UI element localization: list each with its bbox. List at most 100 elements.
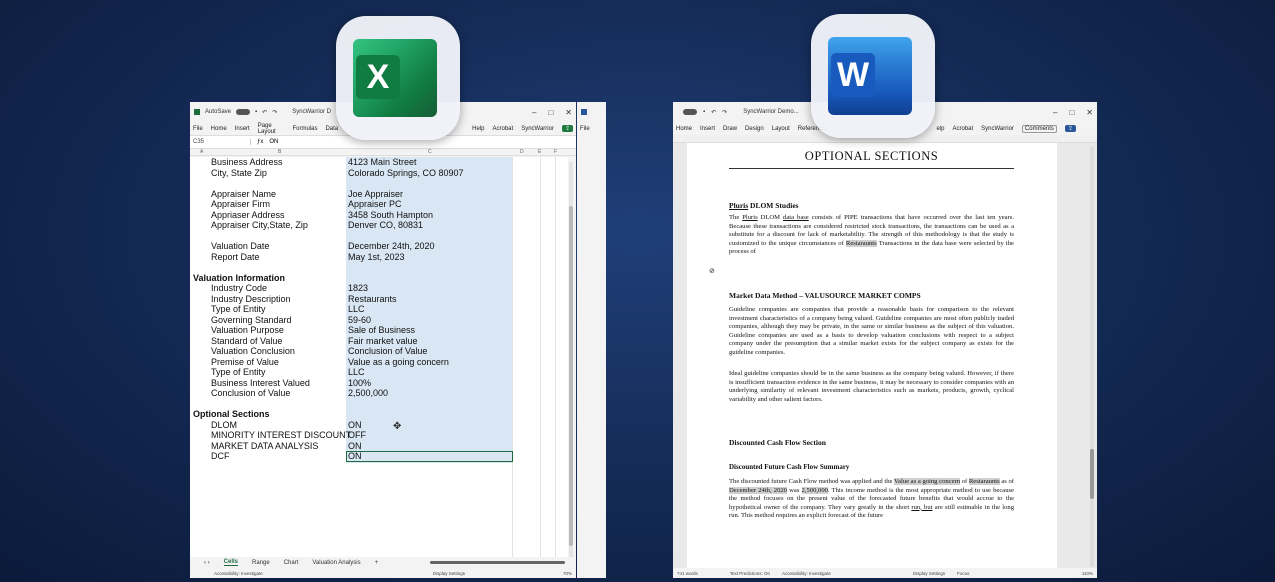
field-label-cell[interactable]: Conclusion of Value <box>211 388 290 399</box>
section-header-row[interactable]: Optional Sections <box>190 409 568 420</box>
field-value-cell[interactable]: December 24th, 2020 <box>348 241 435 252</box>
share-button[interactable]: ⇪ <box>561 125 573 132</box>
minimize-icon[interactable]: – <box>532 108 536 117</box>
sheet-tab-valuation-analysis[interactable]: Valuation Analysis <box>312 560 360 566</box>
field-value-cell[interactable]: Restaurants <box>348 294 397 305</box>
field-value-cell[interactable]: ON <box>348 441 362 452</box>
document-page[interactable]: OPTIONAL SECTIONS Pluris DLOM Studies Th… <box>687 143 1057 568</box>
tab-help[interactable]: elp <box>936 126 944 132</box>
field-value-cell[interactable]: 59-60 <box>348 315 371 326</box>
table-row[interactable]: MARKET DATA ANALYSIS ON <box>190 441 568 452</box>
field-value-cell[interactable]: LLC <box>348 367 365 378</box>
field-value-cell[interactable]: 100% <box>348 378 371 389</box>
field-label-cell[interactable]: MARKET DATA ANALYSIS <box>211 441 318 452</box>
table-row[interactable] <box>190 231 568 242</box>
field-value-cell[interactable]: OFF <box>348 430 366 441</box>
tab-file[interactable]: File <box>193 126 203 132</box>
formula-input[interactable]: ON <box>269 139 278 145</box>
sheet-tab-range[interactable]: Range <box>252 560 270 566</box>
redo-icon[interactable]: ↷ <box>272 109 277 116</box>
section-header-row[interactable]: Valuation Information <box>190 273 568 284</box>
col-header[interactable]: D <box>520 149 524 155</box>
field-value-cell[interactable]: Colorado Springs, CO 80907 <box>348 168 464 179</box>
table-row[interactable]: Valuation Conclusion Conclusion of Value <box>190 346 568 357</box>
scroll-thumb[interactable] <box>1090 449 1094 499</box>
table-row[interactable]: Industry Description Restaurants <box>190 294 568 305</box>
close-icon[interactable]: ✕ <box>1086 108 1093 117</box>
table-row[interactable]: Governing Standard 59-60 <box>190 315 568 326</box>
field-value-cell[interactable]: Denver CO, 80831 <box>348 220 423 231</box>
field-label-cell[interactable]: Industry Code <box>211 283 267 294</box>
maximize-icon[interactable]: □ <box>548 108 553 117</box>
table-row[interactable]: Type of Entity LLC <box>190 367 568 378</box>
table-row[interactable]: Business Address 4123 Main Street <box>190 157 568 168</box>
tab-acrobat[interactable]: Acrobat <box>952 126 973 132</box>
field-value-cell[interactable]: Value as a going concern <box>348 357 449 368</box>
name-box[interactable]: C35 <box>193 139 251 145</box>
field-value-cell[interactable]: 3458 South Hampton <box>348 210 433 221</box>
display-settings[interactable]: Display Settings <box>913 571 945 576</box>
tab-draw[interactable]: Draw <box>723 126 737 132</box>
excel-horizontal-scrollbar[interactable] <box>430 561 565 564</box>
share-button[interactable]: ⇪ <box>1064 125 1076 132</box>
field-label-cell[interactable]: City, State Zip <box>211 168 267 179</box>
tab-home[interactable]: Home <box>211 126 227 132</box>
field-label-cell[interactable]: Type of Entity <box>211 304 266 315</box>
field-value-cell[interactable]: Conclusion of Value <box>348 346 427 357</box>
table-row[interactable]: Appraiser City,State, Zip Denver CO, 8083… <box>190 220 568 231</box>
field-label-cell[interactable]: Appriaser Address <box>211 210 285 221</box>
col-header[interactable]: C <box>428 149 432 155</box>
table-row[interactable]: Report Date May 1st, 2023 <box>190 252 568 263</box>
field-label-cell[interactable]: Appraiser Name <box>211 189 276 200</box>
table-row[interactable]: Industry Code 1823 <box>190 283 568 294</box>
field-label-cell[interactable]: Valuation Conclusion <box>211 346 295 357</box>
tab-layout[interactable]: Layout <box>772 126 790 132</box>
tab-syncwarrior[interactable]: SyncWarrior <box>521 126 554 132</box>
field-value-cell[interactable]: 2,500,000 <box>348 388 388 399</box>
field-label-cell[interactable]: DLOM <box>211 420 237 431</box>
field-value-cell[interactable]: May 1st, 2023 <box>348 252 405 263</box>
word-vertical-scrollbar[interactable] <box>1090 147 1094 567</box>
save-icon[interactable]: ▪ <box>255 109 257 115</box>
table-row[interactable]: Appraiser Firm Appraiser PC <box>190 199 568 210</box>
field-label-cell[interactable]: DCF <box>211 451 230 462</box>
field-label-cell[interactable]: Appraiser City,State, Zip <box>211 220 308 231</box>
focus-mode[interactable]: Focus <box>957 571 969 576</box>
redo-icon[interactable]: ↷ <box>722 109 727 116</box>
save-icon[interactable]: ▪ <box>703 109 705 115</box>
field-label-cell[interactable]: Report Date <box>211 252 260 263</box>
tab-insert[interactable]: Insert <box>235 126 250 132</box>
tab-data[interactable]: Data <box>325 126 338 132</box>
field-value-cell[interactable]: Fair market value <box>348 336 418 347</box>
field-value-cell[interactable]: Joe Appraiser <box>348 189 403 200</box>
field-label-cell[interactable]: Business Interest Valued <box>211 378 310 389</box>
table-row[interactable] <box>190 178 568 189</box>
sheet-nav-icon[interactable]: ‹ › <box>204 560 210 566</box>
zoom-level[interactable]: 110% <box>1082 571 1093 576</box>
table-row[interactable]: Standard of Value Fair market value <box>190 336 568 347</box>
autosave-toggle[interactable] <box>683 109 697 115</box>
field-label-cell[interactable]: MINORITY INTEREST DISCOUNT <box>211 430 351 441</box>
col-header[interactable]: F <box>554 149 557 155</box>
autosave-toggle[interactable] <box>236 109 251 115</box>
tab-syncwarrior[interactable]: SyncWarrior <box>981 126 1014 132</box>
word-count[interactable]: 741 words <box>677 571 698 576</box>
tab-home[interactable]: Home <box>676 126 692 132</box>
field-label-cell[interactable]: Business Address <box>211 157 283 168</box>
tab-insert[interactable]: Insert <box>700 126 715 132</box>
tab-acrobat[interactable]: Acrobat <box>493 126 514 132</box>
table-row[interactable] <box>190 262 568 273</box>
zoom-level[interactable]: 70% <box>563 571 572 576</box>
tab-help[interactable]: Help <box>472 126 484 132</box>
comment-marker-icon[interactable]: ⊘ <box>709 267 715 275</box>
table-row[interactable] <box>190 399 568 410</box>
table-row[interactable]: DLOM ON <box>190 420 568 431</box>
field-value-cell[interactable]: Appraiser PC <box>348 199 402 210</box>
table-row[interactable]: Premise of Value Value as a going concern <box>190 357 568 368</box>
worksheet-grid[interactable]: ✥ Business Address 4123 Main Street City, … <box>190 157 568 557</box>
field-label-cell[interactable]: Governing Standard <box>211 315 292 326</box>
comments-button[interactable]: Comments <box>1021 124 1057 133</box>
field-value-cell[interactable]: 1823 <box>348 283 368 294</box>
minimize-icon[interactable]: – <box>1053 108 1057 117</box>
field-label-cell[interactable]: Valuation Date <box>211 241 269 252</box>
